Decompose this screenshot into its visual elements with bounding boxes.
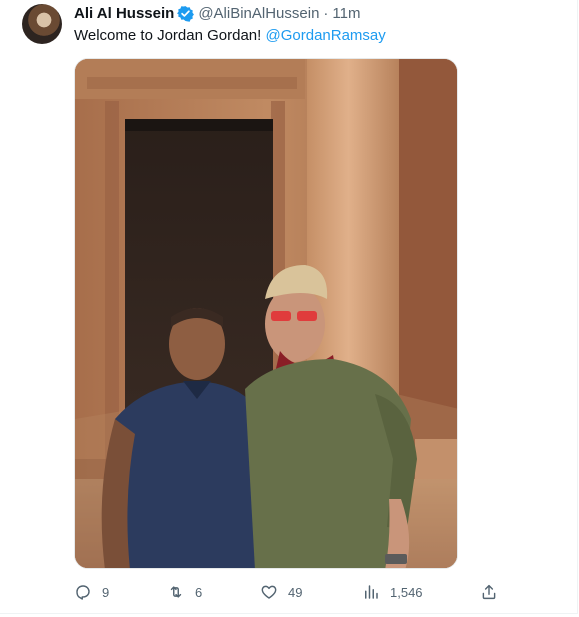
reply-button[interactable]: 9 [74,580,109,604]
tweet-text: Welcome to Jordan Gordan! @GordanRamsay [74,26,386,46]
tweet-actions: 9 6 49 1,546 [74,580,506,604]
tweet-photo[interactable] [74,58,458,569]
header-separator: · [323,4,329,22]
reply-count: 9 [102,584,110,600]
verified-badge-icon[interactable] [177,5,195,22]
share-button[interactable] [480,580,498,604]
heart-icon [260,583,278,601]
author-handle[interactable]: @AliBinAlHussein [198,5,319,22]
like-count: 49 [288,584,303,600]
views-button[interactable]: 1,546 [362,580,423,604]
reply-icon [74,583,92,601]
views-chart-icon [362,583,380,601]
tweet-header: Ali Al Hussein @AliBinAlHussein · 11m [74,3,361,23]
share-icon [480,583,498,601]
retweet-count: 6 [195,584,203,600]
view-count: 1,546 [390,584,423,600]
tweet-card[interactable]: Ali Al Hussein @AliBinAlHussein · 11m We… [0,0,578,614]
author-avatar[interactable] [22,4,62,44]
mention-link[interactable]: @GordanRamsay [266,27,386,44]
retweet-icon [167,583,185,601]
retweet-button[interactable]: 6 [167,580,202,604]
author-name[interactable]: Ali Al Hussein [74,5,174,22]
tweet-timestamp[interactable]: 11m [332,5,360,22]
like-button[interactable]: 49 [260,580,302,604]
tweet-body: Welcome to Jordan Gordan! [74,27,262,44]
